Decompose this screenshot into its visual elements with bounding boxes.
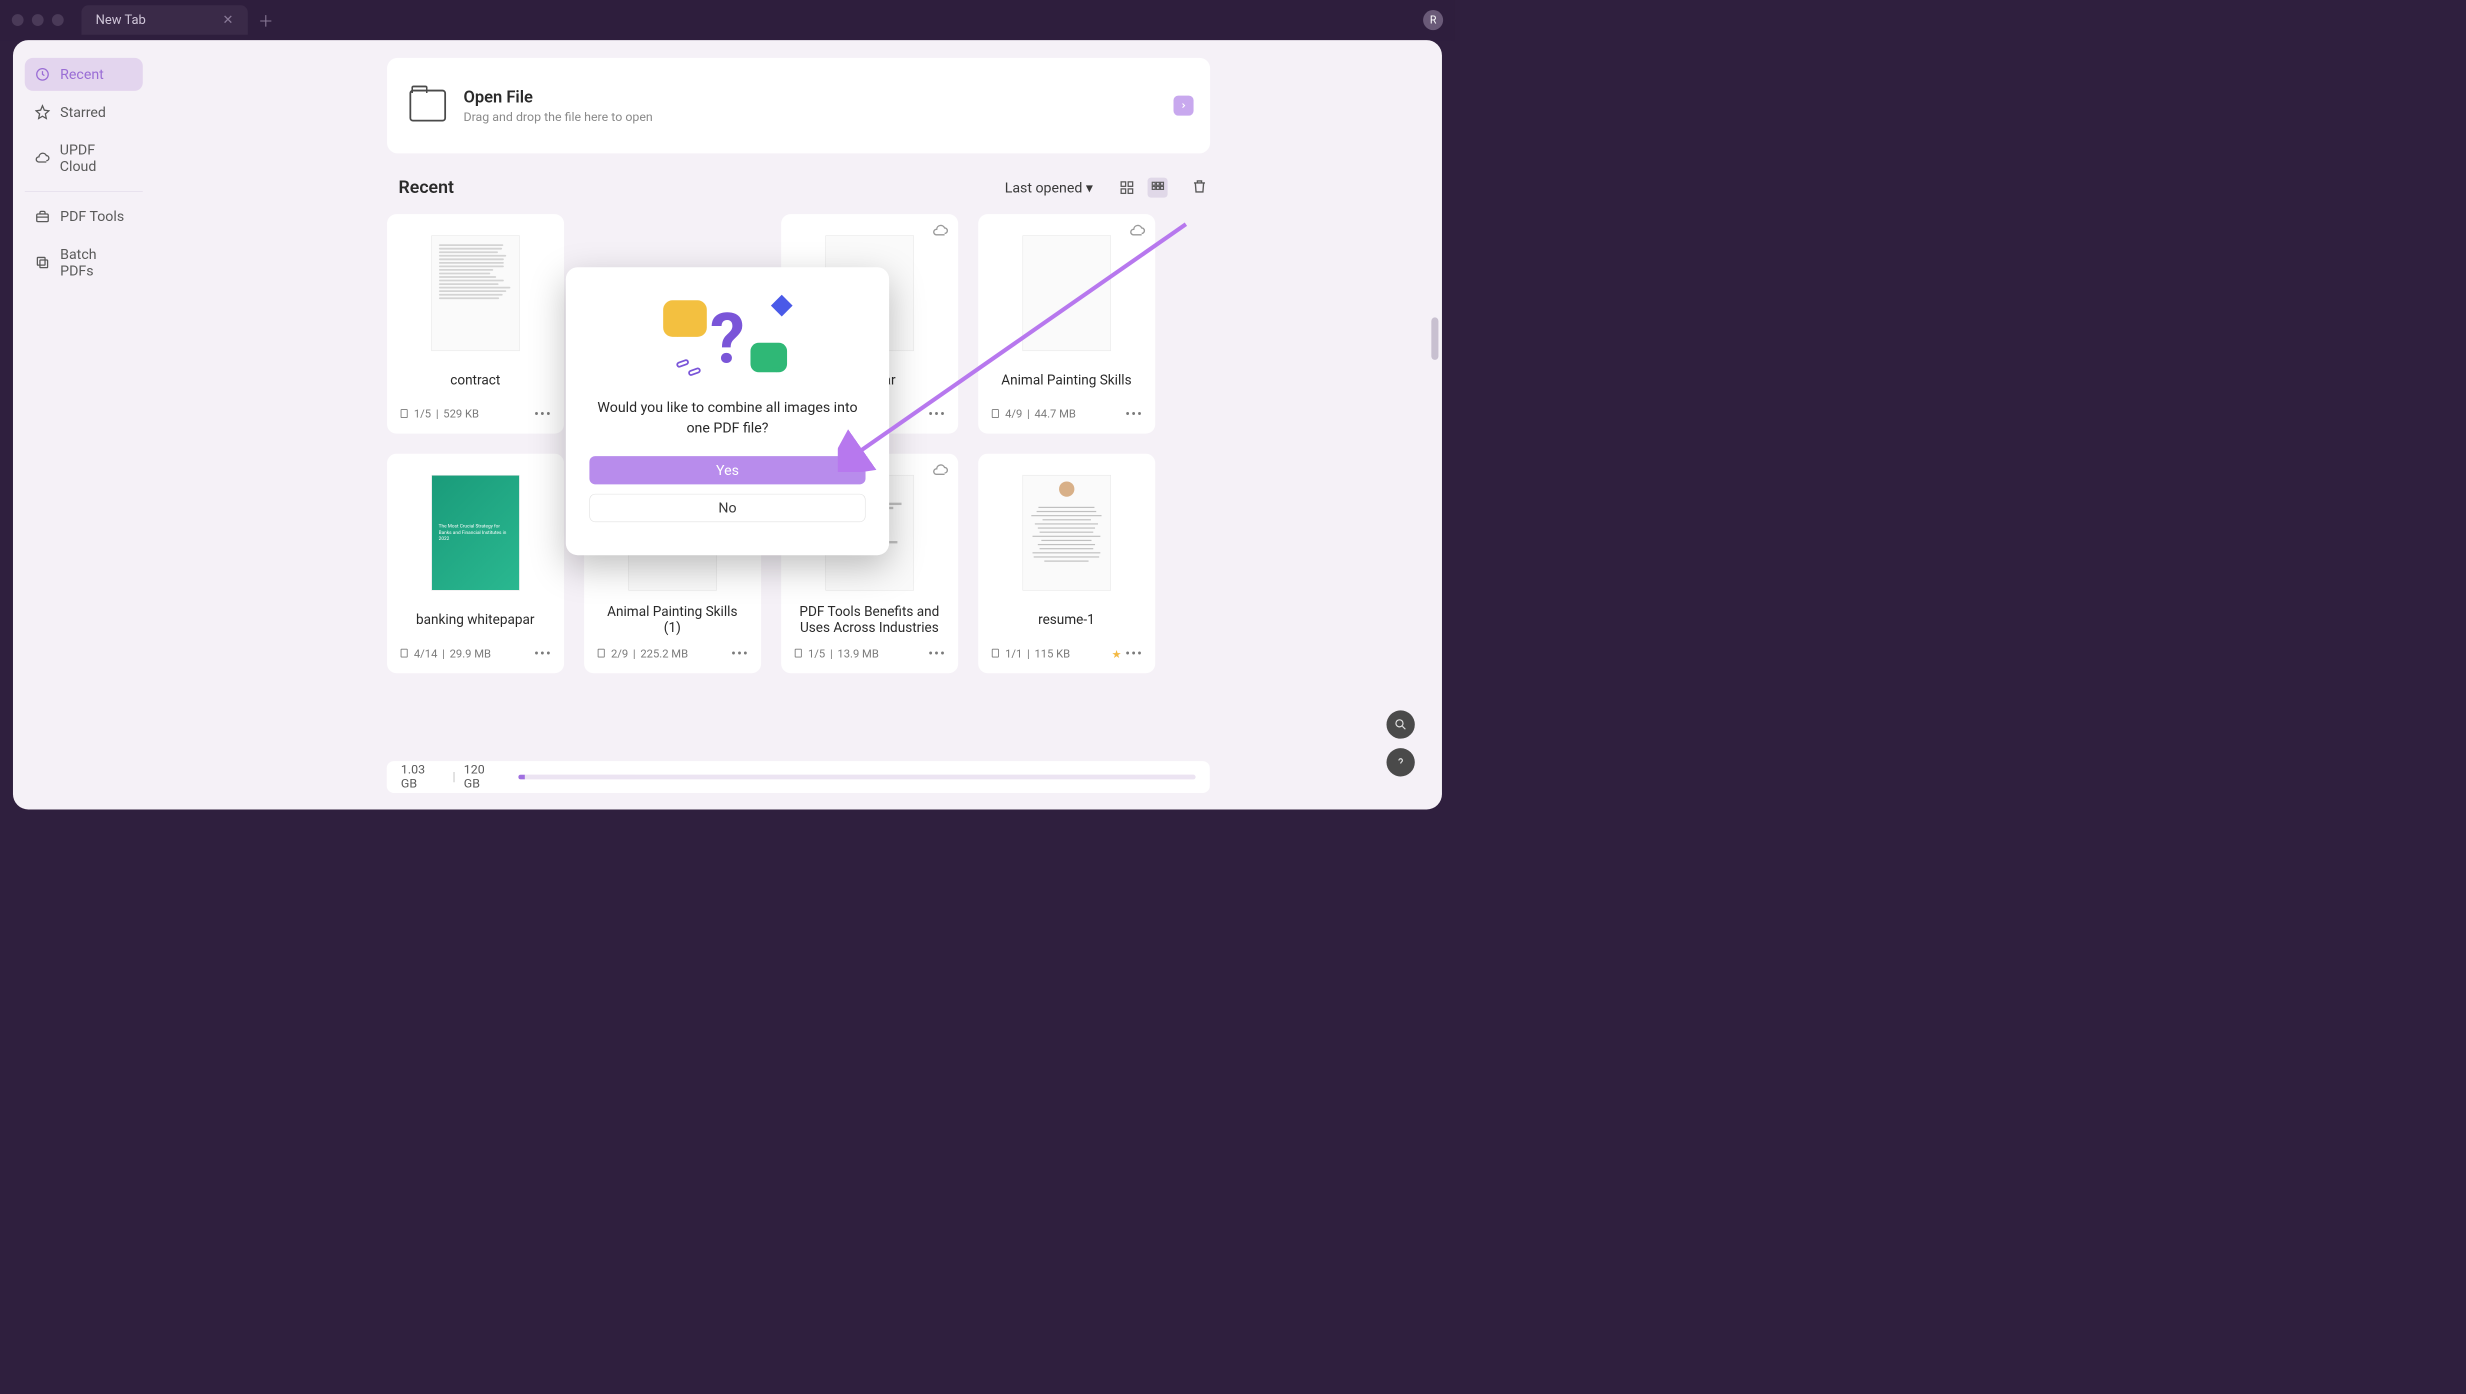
- modal-yes-button[interactable]: Yes: [589, 456, 865, 484]
- modal-no-button[interactable]: No: [589, 494, 865, 522]
- combine-images-modal: ? Would you like to combine all images i…: [566, 267, 889, 555]
- modal-overlay: ? Would you like to combine all images i…: [0, 0, 1455, 822]
- modal-illustration: ?: [660, 293, 796, 376]
- modal-message: Would you like to combine all images int…: [589, 397, 865, 438]
